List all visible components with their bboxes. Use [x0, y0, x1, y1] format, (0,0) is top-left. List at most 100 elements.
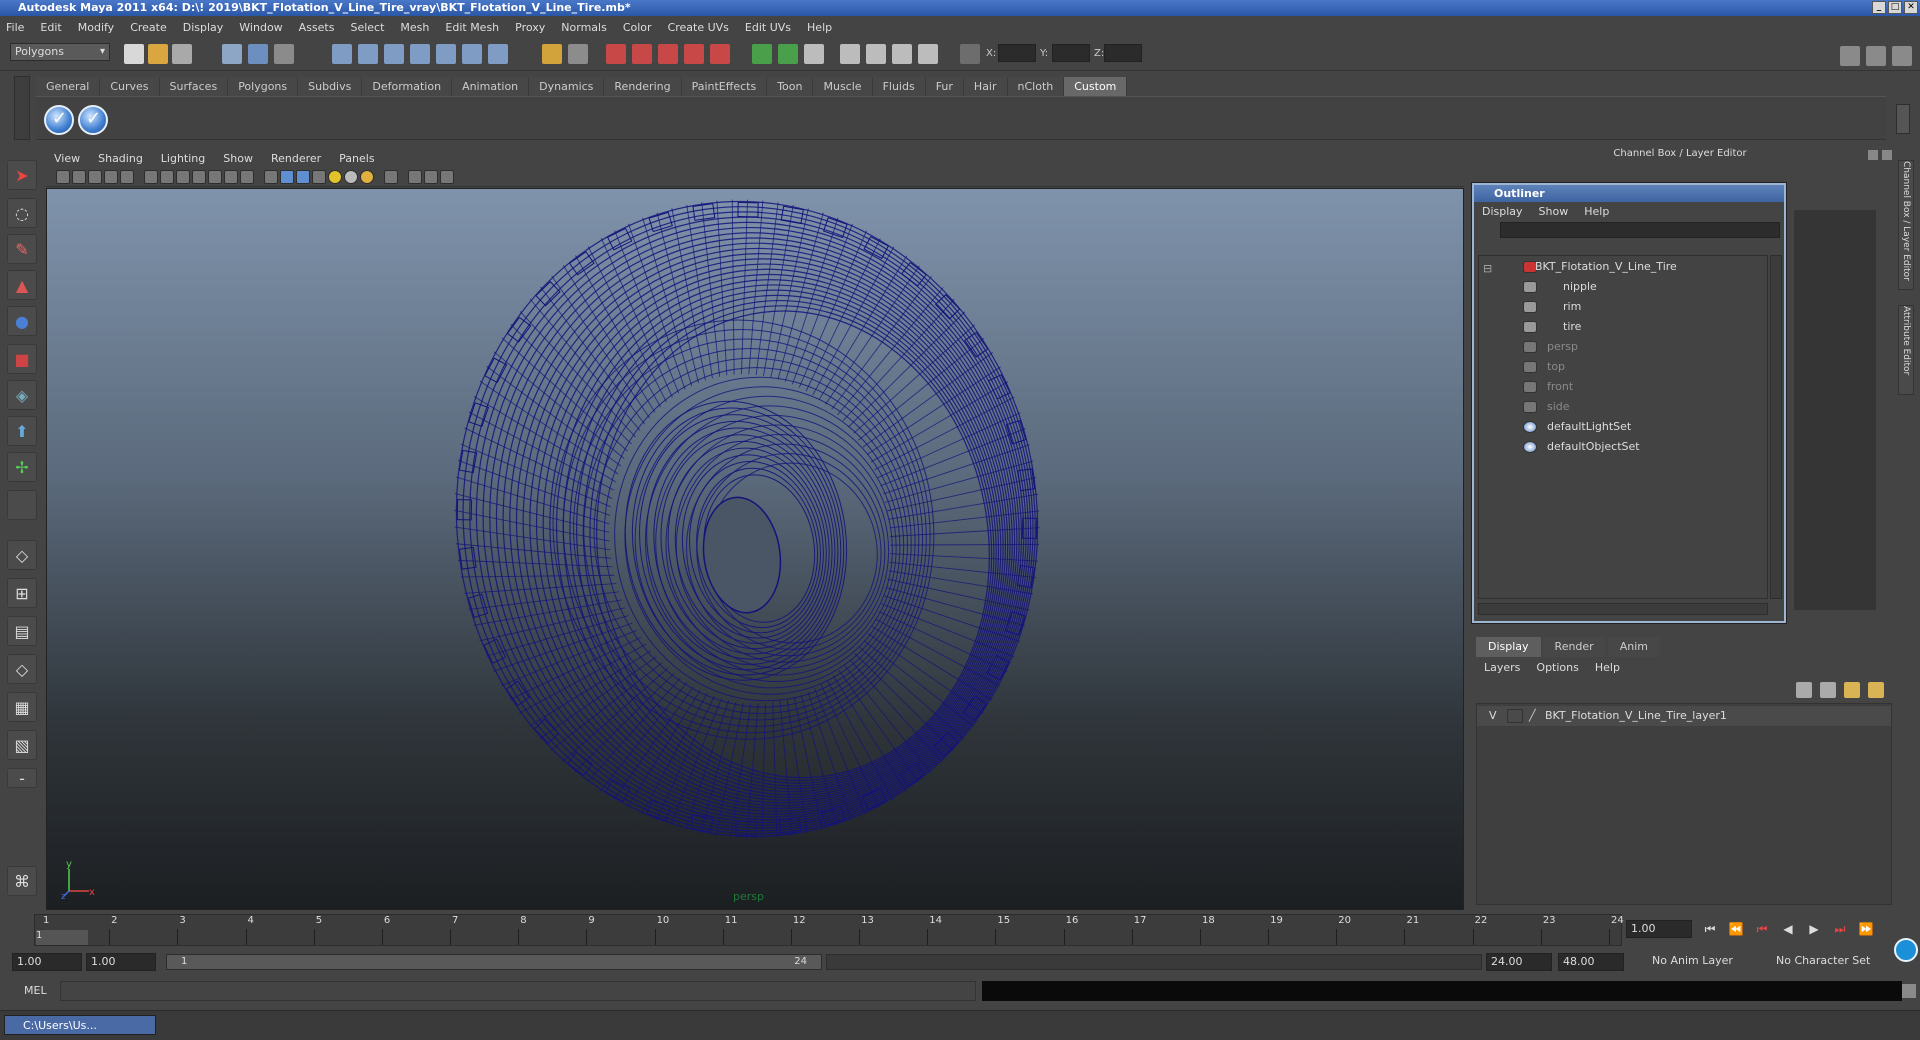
- step-forward-frame-icon[interactable]: ⏩: [1856, 918, 1876, 940]
- hypershade-icon[interactable]: [710, 44, 730, 64]
- outliner-item[interactable]: front: [1479, 378, 1759, 396]
- hypershade-persp-layout-icon[interactable]: ▦: [7, 692, 37, 722]
- menu-select[interactable]: Select: [350, 21, 384, 34]
- select-hierarchy-icon[interactable]: [222, 44, 242, 64]
- playback-end-field[interactable]: 24.00: [1486, 953, 1552, 971]
- wireframe-icon[interactable]: [264, 170, 278, 184]
- viewport-menu-shading[interactable]: Shading: [98, 152, 143, 165]
- layer-color-icon[interactable]: ╱: [1529, 709, 1536, 722]
- scale-tool-icon[interactable]: ■: [7, 344, 37, 374]
- shelf-tab-subdivs[interactable]: Subdivs: [298, 77, 363, 96]
- camera-attributes-icon[interactable]: [72, 170, 86, 184]
- layer-menu-options[interactable]: Options: [1536, 661, 1578, 674]
- play-forward-icon[interactable]: ▶: [1804, 918, 1824, 940]
- show-manipulator-icon[interactable]: ✢: [7, 452, 37, 482]
- resolution-gate-icon[interactable]: [176, 170, 190, 184]
- shelf-tab-custom[interactable]: Custom: [1064, 77, 1128, 96]
- open-scene-icon[interactable]: [148, 44, 168, 64]
- snap-grid-icon[interactable]: [332, 44, 352, 64]
- render-region-icon[interactable]: [606, 44, 626, 64]
- channel-box-side-tab[interactable]: Channel Box / Layer Editor: [1898, 160, 1914, 290]
- layer-move-up-icon[interactable]: [1844, 682, 1860, 698]
- image-plane-icon[interactable]: [104, 170, 118, 184]
- autokey-toggle-icon[interactable]: [1894, 938, 1918, 962]
- animation-end-field[interactable]: 48.00: [1558, 953, 1624, 971]
- outliner-item[interactable]: top: [1479, 358, 1759, 376]
- lock-icon[interactable]: [542, 44, 562, 64]
- menu-set-dropdown[interactable]: Polygons: [10, 43, 110, 61]
- isolate-select-icon[interactable]: [384, 170, 398, 184]
- soft-modification-icon[interactable]: ⬆: [7, 416, 37, 446]
- checkmark-shelf-icon[interactable]: [44, 105, 74, 135]
- timeline-ruler[interactable]: 1 2 3 4 5 6 7 8 9 10 11 12 13 14 15 16 17 18 19 20 21 22 23 24: [34, 914, 1624, 946]
- menu-modify[interactable]: Modify: [78, 21, 114, 34]
- menu-window[interactable]: Window: [239, 21, 282, 34]
- menu-create-uvs[interactable]: Create UVs: [668, 21, 729, 34]
- menu-assets[interactable]: Assets: [299, 21, 335, 34]
- show-channel-box-icon[interactable]: [1892, 46, 1912, 66]
- perspective-viewport[interactable]: y x z persp: [46, 188, 1464, 910]
- z-field[interactable]: [1104, 44, 1142, 62]
- shelf-tab-toon[interactable]: Toon: [767, 77, 814, 96]
- maximize-button[interactable]: □: [1888, 1, 1902, 14]
- layer-tab-render[interactable]: Render: [1542, 637, 1606, 657]
- save-scene-icon[interactable]: [172, 44, 192, 64]
- shelf-tab-ncloth[interactable]: nCloth: [1007, 77, 1065, 96]
- shelf-tab-rendering[interactable]: Rendering: [604, 77, 682, 96]
- x-field[interactable]: [998, 44, 1036, 62]
- viewport-menu-renderer[interactable]: Renderer: [271, 152, 321, 165]
- channel-box-toggle-icon[interactable]: [892, 44, 912, 64]
- menu-edit-uvs[interactable]: Edit UVs: [745, 21, 791, 34]
- range-slider-bar[interactable]: 1 24: [166, 954, 822, 970]
- last-tool-icon[interactable]: [7, 490, 37, 520]
- toggle-panel-icon[interactable]: [804, 44, 824, 64]
- outliner-item[interactable]: defaultLightSet: [1479, 418, 1759, 436]
- gate-mask-icon[interactable]: [192, 170, 206, 184]
- wireframe-on-shaded-icon[interactable]: [296, 170, 310, 184]
- outliner-item[interactable]: ⊟ BKT_Flotation_V_Line_Tire: [1479, 258, 1759, 276]
- attribute-editor-toggle-icon[interactable]: [840, 44, 860, 64]
- safe-title-icon[interactable]: [240, 170, 254, 184]
- render-icon[interactable]: [632, 44, 652, 64]
- new-layer-icon[interactable]: [1796, 682, 1812, 698]
- current-frame-marker[interactable]: 1: [36, 930, 88, 945]
- xray-joints-icon[interactable]: [424, 170, 438, 184]
- layer-menu-help[interactable]: Help: [1595, 661, 1620, 674]
- tool-settings-icon[interactable]: [866, 44, 886, 64]
- minimized-window[interactable]: C:\Users\Us...: [4, 1015, 156, 1035]
- persp-outliner-layout-icon[interactable]: ▤: [7, 616, 37, 646]
- outliner-item[interactable]: nipple: [1479, 278, 1759, 296]
- outliner-search-input[interactable]: [1500, 222, 1780, 238]
- make-live-icon[interactable]: [436, 44, 456, 64]
- persp-graph-hypergraph-layout-icon[interactable]: ▧: [7, 730, 37, 760]
- textured-icon[interactable]: [312, 170, 326, 184]
- step-back-key-icon[interactable]: ⏮: [1752, 918, 1772, 940]
- minimize-button[interactable]: _: [1872, 1, 1886, 14]
- y-field[interactable]: [1052, 44, 1090, 62]
- outliner-item[interactable]: persp: [1479, 338, 1759, 356]
- ipr-render-icon[interactable]: [658, 44, 678, 64]
- universal-manipulator-icon[interactable]: ◈: [7, 380, 37, 410]
- layer-tab-anim[interactable]: Anim: [1607, 637, 1660, 657]
- shelf-tab-surfaces[interactable]: Surfaces: [159, 77, 229, 96]
- menu-color[interactable]: Color: [623, 21, 652, 34]
- outliner-item[interactable]: tire: [1479, 318, 1759, 336]
- snap-curve-icon[interactable]: [358, 44, 378, 64]
- shelf-scroll[interactable]: [1896, 104, 1910, 134]
- shelf-tab-animation[interactable]: Animation: [452, 77, 530, 96]
- snap-view-plane-icon[interactable]: [410, 44, 430, 64]
- shelf-tab-muscle[interactable]: Muscle: [813, 77, 873, 96]
- checkmark-shelf-icon-2[interactable]: [78, 105, 108, 135]
- range-slider-track[interactable]: [826, 954, 1482, 970]
- command-language-label[interactable]: MEL: [24, 984, 47, 997]
- viewport-menu-show[interactable]: Show: [223, 152, 253, 165]
- layer-editor-toggle-icon[interactable]: [918, 44, 938, 64]
- layer-row[interactable]: V ╱ BKT_Flotation_V_Line_Tire_layer1: [1477, 706, 1891, 726]
- layer-tab-display[interactable]: Display: [1476, 637, 1541, 657]
- history-icon[interactable]: [462, 44, 482, 64]
- viewport-menu-lighting[interactable]: Lighting: [161, 152, 205, 165]
- layer-move-down-icon[interactable]: [1868, 682, 1884, 698]
- two-d-pan-zoom-icon[interactable]: [120, 170, 134, 184]
- safe-action-icon[interactable]: [224, 170, 238, 184]
- layer-visibility-toggle[interactable]: V: [1489, 709, 1497, 722]
